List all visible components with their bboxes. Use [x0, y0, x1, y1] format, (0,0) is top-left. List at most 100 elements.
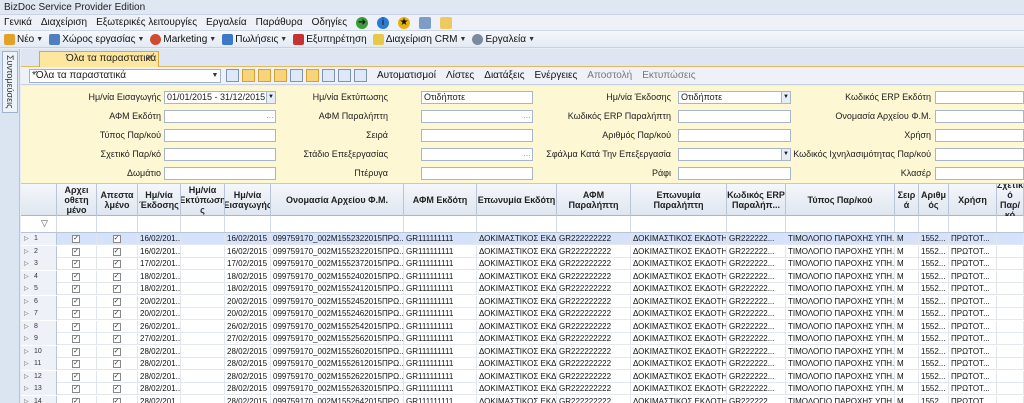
table-row[interactable]: ▷ 12 ✓ ✓ 28/02/201... 28/02/2015 ...099759170… — [21, 370, 1024, 383]
table-cell[interactable]: ΔΟΚΙΜΑΣΤΙΚΟΣ ΕΚΔΟΤΗΣ... — [631, 345, 727, 358]
table-cell[interactable]: 099759170_002M1552622015ΠΡΩ... — [271, 370, 404, 383]
filter-input-c3-0[interactable]: Οτιδήποτε ▼ — [678, 91, 791, 104]
expand-icon[interactable]: ▷ — [24, 346, 29, 358]
table-cell[interactable] — [181, 383, 225, 395]
table-cell[interactable]: 1552... — [919, 345, 949, 358]
table-cell[interactable]: GR111111111 — [404, 345, 477, 358]
column-filter-0[interactable] — [57, 216, 97, 232]
column-header-2[interactable]: Ημ/νία Έκδοσης — [138, 184, 181, 216]
row-header[interactable]: ▷ 13 — [21, 383, 57, 395]
filter-input-c4-0[interactable] — [935, 91, 1024, 104]
filter-icon[interactable]: ▽ — [41, 218, 48, 229]
chevron-down-icon[interactable]: ▼ — [781, 149, 790, 160]
column-header-12[interactable]: Σειρ ά — [895, 184, 919, 216]
table-cell[interactable]: M — [895, 258, 919, 270]
checkbox[interactable]: ✓ — [112, 235, 121, 243]
table-cell[interactable]: ✓ — [97, 233, 138, 245]
table-cell[interactable] — [997, 333, 1024, 345]
close-icon[interactable]: ✕ — [146, 52, 154, 66]
filter-input-c2-4[interactable] — [421, 167, 533, 180]
table-cell[interactable]: ✓ — [97, 308, 138, 320]
filter-input-c1-0[interactable]: 01/01/2015 - 31/12/2015 ▼ — [164, 91, 276, 104]
table-cell[interactable]: ✓ — [97, 320, 138, 333]
menu-general[interactable]: Γενικά — [4, 17, 32, 28]
table-cell[interactable]: ΠΡΩΤΟΤ... — [949, 370, 997, 383]
table-cell[interactable]: ΤΙΜΟΛΟΓΙΟ ΠΑΡΟΧΗΣ ΥΠΗ... — [786, 395, 895, 403]
table-cell[interactable]: ΤΙΜΟΛΟΓΙΟ ΠΑΡΟΧΗΣ ΥΠΗ... — [786, 383, 895, 395]
row-header[interactable]: ▷ 1 — [21, 233, 57, 245]
filter-input-c3-2[interactable] — [678, 129, 791, 142]
table-cell[interactable]: ΔΟΚΙΜΑΣΤΙΚΟΣ ΕΚΔ... — [477, 258, 557, 270]
table-cell[interactable]: GR222222222 — [557, 295, 631, 308]
table-cell[interactable]: GR222222222 — [557, 395, 631, 403]
table-cell[interactable]: ✓ — [97, 270, 138, 283]
table-cell[interactable]: 099759170_002M1552322015ΠΡΩ... — [271, 233, 404, 245]
table-cell[interactable]: 1552... — [919, 383, 949, 395]
layout-four-icon[interactable] — [290, 69, 303, 82]
table-cell[interactable]: M — [895, 245, 919, 258]
table-cell[interactable]: ΔΟΚΙΜΑΣΤΙΚΟΣ ΕΚΔ... — [477, 370, 557, 383]
table-cell[interactable]: GR111111111 — [404, 333, 477, 345]
table-cell[interactable] — [181, 308, 225, 320]
table-cell[interactable] — [181, 370, 225, 383]
table-cell[interactable]: ΤΙΜΟΛΟΓΙΟ ΠΑΡΟΧΗΣ ΥΠΗ... — [786, 370, 895, 383]
checkbox[interactable]: ✓ — [112, 372, 121, 381]
table-cell[interactable]: 1552... — [919, 258, 949, 270]
table-cell[interactable]: ΠΡΩΤΟΤ... — [949, 295, 997, 308]
table-cell[interactable]: GR222222... — [727, 358, 786, 370]
table-cell[interactable]: ΔΟΚΙΜΑΣΤΙΚΟΣ ΕΚΔ... — [477, 295, 557, 308]
table-row[interactable]: ▷5✓✓18/02/201...18/02/2015 ...099759170_… — [21, 283, 1024, 295]
expand-icon[interactable]: ▷ — [24, 321, 29, 333]
row-header[interactable]: ▷ 14 — [21, 395, 57, 403]
checkbox[interactable]: ✓ — [112, 260, 121, 268]
column-header-13[interactable]: Αριθμ ός — [919, 184, 949, 216]
table-cell[interactable]: GR111111111 — [404, 383, 477, 395]
table-cell[interactable]: GR111111111 — [404, 320, 477, 333]
column-filter-9[interactable] — [631, 216, 727, 232]
table-cell[interactable]: GR222222... — [727, 345, 786, 358]
filter-input-c2-3[interactable]: … — [421, 148, 533, 161]
table-cell[interactable]: 16/02/2015 ... — [225, 233, 271, 245]
table-cell[interactable]: ΔΟΚΙΜΑΣΤΙΚΟΣ ΕΚΔ... — [477, 333, 557, 345]
table-cell[interactable]: ΤΙΜΟΛΟΓΙΟ ΠΑΡΟΧΗΣ ΥΠΗ... — [786, 308, 895, 320]
layout-two-icon[interactable] — [258, 69, 271, 82]
menu-windows[interactable]: Παράθυρα — [256, 17, 303, 28]
sales-button[interactable]: Πωλήσεις ▼ — [222, 33, 287, 45]
filter-input-c3-4[interactable] — [678, 167, 791, 180]
filter-input-c2-1[interactable]: … — [421, 110, 533, 123]
column-filter-6[interactable] — [404, 216, 477, 232]
checkbox[interactable]: ✓ — [72, 335, 80, 343]
column-header-11[interactable]: Τύπος Παρ/κού — [786, 184, 895, 216]
export-icon[interactable] — [322, 69, 335, 82]
table-cell[interactable] — [181, 270, 225, 283]
checkbox[interactable]: ✓ — [72, 297, 80, 306]
row-header[interactable]: ▷ 12 — [21, 370, 57, 383]
ellipsis-icon[interactable]: … — [523, 111, 531, 121]
table-cell[interactable] — [997, 308, 1024, 320]
table-cell[interactable]: ✓ — [97, 283, 138, 295]
star-icon[interactable]: ★ — [398, 16, 411, 29]
expand-icon[interactable]: ▷ — [24, 371, 29, 383]
table-cell[interactable]: GR111111111 — [404, 233, 477, 245]
filter-input-c4-1[interactable] — [935, 110, 1024, 123]
table-cell[interactable]: ΠΡΩΤΟΤ... — [949, 245, 997, 258]
table-cell[interactable]: GR222222... — [727, 270, 786, 283]
checkbox[interactable]: ✓ — [112, 285, 121, 293]
expand-icon[interactable]: ▷ — [24, 296, 29, 308]
column-header-10[interactable]: Κωδικός ERP Παραλήπ... — [727, 184, 786, 216]
table-cell[interactable]: ΠΡΩΤΟΤ... — [949, 333, 997, 345]
filter-input-c2-2[interactable] — [421, 129, 533, 142]
table-cell[interactable]: 099759170_002M1552322015ΠΡΩ... — [271, 245, 404, 258]
table-cell[interactable] — [997, 270, 1024, 283]
table-cell[interactable]: ΔΟΚΙΜΑΣΤΙΚΟΣ ΕΚΔΟΤΗΣ... — [631, 333, 727, 345]
filter-toggle-icon[interactable] — [226, 69, 239, 82]
table-cell[interactable]: GR222222... — [727, 233, 786, 245]
table-cell[interactable]: ΔΟΚΙΜΑΣΤΙΚΟΣ ΕΚΔΟΤΗΣ... — [631, 245, 727, 258]
folder-icon[interactable] — [440, 16, 453, 29]
send-menu[interactable]: Αποστολή — [587, 70, 632, 81]
table-cell[interactable]: ΔΟΚΙΜΑΣΤΙΚΟΣ ΕΚΔ... — [477, 358, 557, 370]
table-cell[interactable]: 099759170_002M1552452015ΠΡΩ... — [271, 295, 404, 308]
row-header[interactable]: ▷ 2 — [21, 245, 57, 258]
checkbox[interactable]: ✓ — [72, 385, 80, 393]
table-cell[interactable]: ✓ — [57, 283, 97, 295]
